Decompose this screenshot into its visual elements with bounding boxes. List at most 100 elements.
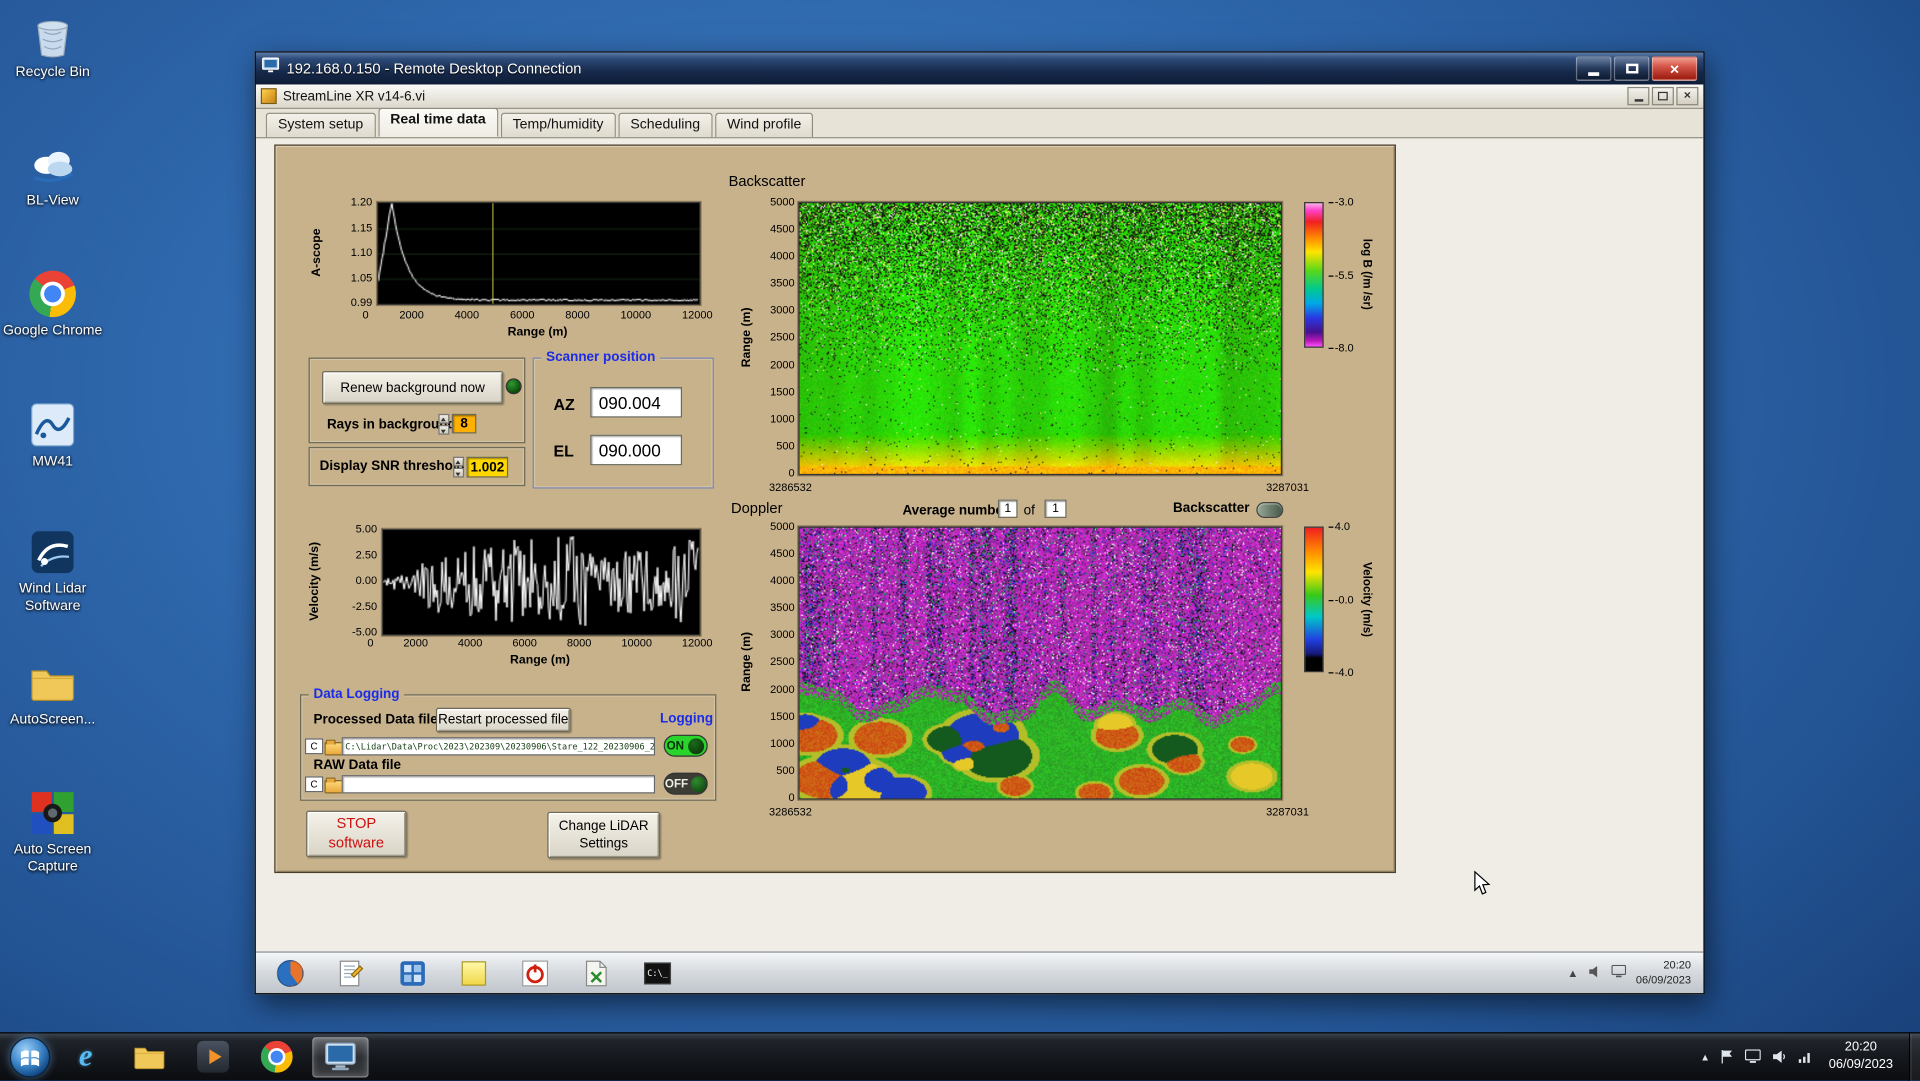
processed-data-file-path[interactable]: C:\Lidar\Data\Proc\2023\202309\20230906\… bbox=[341, 737, 656, 756]
tick-label: 5000 bbox=[770, 520, 795, 533]
hidden-icons-chevron[interactable]: ▲ bbox=[1700, 1051, 1710, 1062]
backscatter-colorbar-label: log B (/m /sr) bbox=[1359, 239, 1374, 311]
desktop-icon-recycle-bin[interactable]: Recycle Bin bbox=[0, 10, 105, 82]
average-count-field[interactable]: 1 bbox=[1044, 499, 1067, 518]
remote-console-icon[interactable]: C:\_ bbox=[643, 959, 672, 988]
tick-label: 4000 bbox=[770, 250, 795, 263]
restart-processed-file-button[interactable]: Restart processed file bbox=[435, 707, 571, 733]
processed-browse-folder-icon[interactable] bbox=[324, 738, 343, 756]
action-center-flag-icon[interactable] bbox=[1721, 1049, 1734, 1064]
desktop-icon-mw41[interactable]: MW41 bbox=[0, 399, 105, 471]
desktop-icon-auto-screen-capture[interactable]: Auto Screen Capture bbox=[0, 787, 105, 876]
taskbar-media-player-icon[interactable] bbox=[185, 1037, 241, 1077]
remote-clock[interactable]: 20:20 06/09/2023 bbox=[1636, 959, 1691, 988]
rays-spinner[interactable] bbox=[438, 413, 450, 435]
remote-hidden-icons-chevron[interactable]: ▲ bbox=[1567, 967, 1578, 979]
rdp-maximize-button[interactable] bbox=[1613, 56, 1650, 81]
tab-real-time-data[interactable]: Real time data bbox=[377, 107, 498, 138]
taskbar-ie-icon[interactable]: e bbox=[58, 1037, 114, 1077]
backscatter-heatmap bbox=[797, 200, 1284, 477]
remote-network-icon[interactable] bbox=[1611, 962, 1627, 984]
renew-background-button[interactable]: Renew background now bbox=[322, 371, 504, 405]
processed-data-file-label: Processed Data file bbox=[313, 712, 438, 728]
rdp-minimize-button[interactable] bbox=[1575, 56, 1612, 81]
host-taskbar: e ▲ 20:20 06/09/2023 bbox=[0, 1032, 1920, 1081]
snr-spinner[interactable] bbox=[453, 456, 465, 478]
remote-volume-icon[interactable] bbox=[1588, 962, 1601, 984]
stop-software-button[interactable]: STOP software bbox=[306, 810, 407, 858]
tick-label: 4500 bbox=[770, 222, 795, 236]
tick-label: 3500 bbox=[770, 277, 795, 290]
logging-label: Logging bbox=[659, 711, 714, 727]
tick-label: -4.0 bbox=[1329, 666, 1354, 678]
remote-notepad-icon[interactable] bbox=[337, 959, 366, 988]
average-of-label: of bbox=[1023, 503, 1035, 518]
vi-titlebar[interactable]: StreamLine XR v14-6.vi × bbox=[255, 84, 1704, 109]
toggle-knob bbox=[690, 775, 707, 792]
tick-label: 3500 bbox=[770, 601, 795, 614]
raw-data-file-path[interactable] bbox=[341, 775, 656, 794]
tick-label: 3286532 bbox=[768, 481, 812, 494]
desktop-icon-autoscreen-folder[interactable]: AutoScreen... bbox=[0, 658, 105, 730]
taskbar-rdp-icon[interactable] bbox=[312, 1036, 369, 1077]
tab-wind-profile[interactable]: Wind profile bbox=[714, 112, 814, 138]
volume-icon[interactable] bbox=[1772, 1049, 1787, 1064]
change-lidar-settings-button[interactable]: Change LiDAR Settings bbox=[547, 811, 660, 859]
backscatter-section-title: Backscatter bbox=[728, 172, 806, 190]
desktop-icon-label: Recycle Bin bbox=[15, 64, 90, 80]
processed-drive-selector[interactable]: C bbox=[304, 738, 324, 755]
desktop-icon-wind-lidar[interactable]: Wind Lidar Software bbox=[0, 527, 105, 616]
snr-threshold-field[interactable]: 1.002 bbox=[466, 456, 509, 478]
remote-xr-document-icon[interactable] bbox=[582, 959, 611, 988]
tab-system-setup[interactable]: System setup bbox=[265, 112, 376, 138]
desktop-icon-google-chrome[interactable]: Google Chrome bbox=[0, 268, 105, 340]
wind-lidar-icon bbox=[27, 527, 78, 578]
tick-label: 2000 bbox=[770, 682, 795, 695]
remote-app-icon[interactable] bbox=[398, 959, 427, 988]
remote-notes-icon[interactable] bbox=[459, 959, 488, 988]
raw-data-file-label: RAW Data file bbox=[313, 757, 402, 773]
remote-power-icon[interactable] bbox=[520, 959, 549, 988]
doppler-x-ticks: 3286532 3287031 bbox=[769, 806, 1309, 818]
rdp-titlebar[interactable]: 192.168.0.150 - Remote Desktop Connectio… bbox=[255, 52, 1704, 85]
doppler-colorbar-ticks: 4.0 -0.0 -4.0 bbox=[1329, 520, 1354, 678]
tick-label: 4000 bbox=[454, 308, 480, 321]
vi-minimize-button[interactable] bbox=[1627, 86, 1650, 106]
raw-logging-toggle[interactable]: OFF bbox=[663, 772, 708, 795]
screen-capture-icon bbox=[27, 787, 78, 838]
stop-line2: software bbox=[328, 833, 385, 852]
az-value-field: 090.004 bbox=[590, 386, 683, 418]
tab-temp-humidity[interactable]: Temp/humidity bbox=[500, 112, 616, 138]
backscatter-colorbar-ticks: -3.0 -5.5 -8.0 bbox=[1329, 196, 1354, 354]
start-button[interactable] bbox=[9, 1036, 51, 1077]
remote-browser-icon[interactable] bbox=[276, 959, 305, 988]
tab-strip: System setup Real time data Temp/humidit… bbox=[255, 107, 1704, 139]
network-icon[interactable] bbox=[1798, 1050, 1813, 1063]
change-line2: Settings bbox=[579, 836, 629, 852]
toggle-on-label: ON bbox=[666, 738, 685, 753]
desktop-icon-label: Auto Screen Capture bbox=[13, 842, 92, 875]
vi-close-button[interactable]: × bbox=[1676, 86, 1699, 106]
tick-label: 3286532 bbox=[768, 805, 812, 818]
backscatter-display-toggle[interactable] bbox=[1256, 502, 1284, 518]
taskbar-explorer-icon[interactable] bbox=[121, 1037, 177, 1077]
raw-drive-selector[interactable]: C bbox=[304, 776, 324, 793]
host-clock[interactable]: 20:20 06/09/2023 bbox=[1824, 1040, 1898, 1073]
raw-browse-folder-icon[interactable] bbox=[324, 776, 343, 794]
show-desktop-button[interactable] bbox=[1908, 1032, 1920, 1081]
processed-logging-toggle[interactable]: ON bbox=[663, 734, 708, 757]
tab-scheduling[interactable]: Scheduling bbox=[618, 112, 713, 138]
doppler-colorbar-label: Velocity (m/s) bbox=[1359, 561, 1374, 637]
vi-restore-button[interactable] bbox=[1651, 86, 1674, 106]
velocity-y-axis-label: Velocity (m/s) bbox=[307, 541, 322, 621]
velocity-x-ticks: 0 2000 4000 6000 8000 10000 12000 bbox=[367, 637, 712, 649]
rdp-close-button[interactable]: × bbox=[1651, 56, 1698, 81]
display-icon[interactable] bbox=[1745, 1049, 1762, 1064]
taskbar-chrome-icon[interactable] bbox=[249, 1037, 305, 1077]
average-number-field[interactable]: 1 bbox=[997, 499, 1018, 518]
desktop-icon-bl-view[interactable]: BL-View bbox=[0, 138, 105, 210]
tick-label: 0 bbox=[788, 466, 795, 479]
rays-in-background-label: Rays in background bbox=[326, 417, 456, 433]
rays-in-background-field[interactable]: 8 bbox=[451, 413, 477, 434]
recycle-bin-icon bbox=[27, 10, 78, 61]
